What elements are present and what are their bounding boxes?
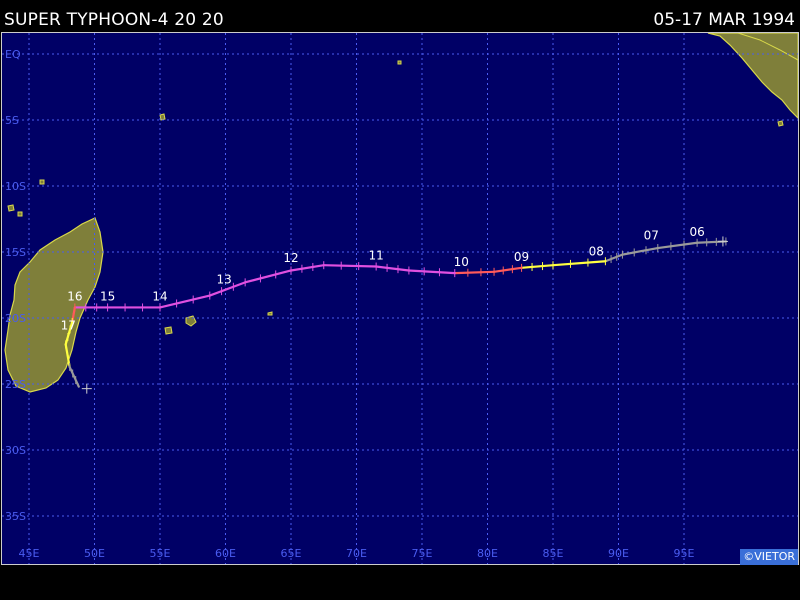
latitude-label: 15S: [5, 246, 26, 259]
day-label: 13: [217, 272, 232, 286]
longitude-labels: 45E 50E 55E 60E 65E 70E 75E 80E 85E 90E 95E: [19, 547, 695, 560]
latitude-label: 10S: [5, 180, 26, 193]
day-label: 08: [589, 245, 604, 259]
day-label: 10: [454, 255, 469, 269]
day-label: 12: [283, 251, 298, 265]
day-label: 07: [644, 229, 659, 243]
day-label: 17: [61, 318, 76, 332]
latitude-label: 20S: [5, 312, 26, 325]
small-island-chagos: [397, 60, 402, 65]
track-segment: [322, 264, 378, 268]
small-island-north: [39, 179, 45, 185]
latitude-label: 25S: [5, 378, 26, 391]
track-segment: [520, 264, 555, 269]
small-island-east: [777, 120, 784, 127]
longitude-label: 95E: [674, 547, 695, 560]
longitude-label: 60E: [215, 547, 236, 560]
typhoon-track-map: 06 07 08 09 10 11 12 13 14 15 16 17 EQ 5S 10S 15S 20S 25…: [2, 33, 798, 564]
land-layer: [4, 33, 798, 393]
longitude-label: 50E: [84, 547, 105, 560]
longitude-label: 65E: [281, 547, 302, 560]
track-layer: [64, 240, 728, 388]
madagascar-landmass: [4, 217, 104, 393]
longitude-label: 55E: [150, 547, 171, 560]
seychelles-island: [159, 113, 166, 121]
track-segment: [656, 241, 699, 250]
track-segment: [244, 269, 293, 284]
day-labels: 06 07 08 09 10 11 12 13 14 15 16 17: [61, 225, 705, 333]
longitude-label: 85E: [543, 547, 564, 560]
longitude-label: 90E: [608, 547, 629, 560]
track-ticks: [65, 236, 728, 394]
longitude-label: 70E: [346, 547, 367, 560]
track-segment: [68, 365, 80, 388]
track-segment: [604, 253, 624, 263]
latitude-label: 5S: [5, 114, 19, 127]
small-island-rodrigues: [267, 311, 273, 316]
day-label: 15: [100, 289, 115, 303]
day-label: 16: [67, 289, 82, 303]
track-segment: [492, 266, 523, 273]
latitude-label: 35S: [5, 510, 26, 523]
track-segment: [407, 269, 456, 275]
day-label: 11: [369, 249, 384, 263]
latitude-label: 30S: [5, 444, 26, 457]
track-segment: [453, 270, 496, 275]
longitude-label: 80E: [477, 547, 498, 560]
grid-layer: [2, 33, 798, 564]
day-label: 09: [514, 250, 529, 264]
latitude-label: EQ: [5, 48, 21, 61]
mauritius-island: [164, 326, 173, 335]
longitude-label: 75E: [412, 547, 433, 560]
track-endpoint-marker: [81, 383, 92, 394]
track-segment: [289, 264, 325, 272]
day-label: 14: [152, 289, 167, 303]
credit-badge: ©VIETOR: [740, 549, 798, 565]
longitude-label: 45E: [19, 547, 40, 560]
day-label: 06: [689, 225, 704, 239]
comoros-island: [7, 204, 23, 217]
track-segment: [375, 265, 410, 272]
track-segment: [551, 260, 607, 267]
track-segment: [621, 246, 659, 256]
